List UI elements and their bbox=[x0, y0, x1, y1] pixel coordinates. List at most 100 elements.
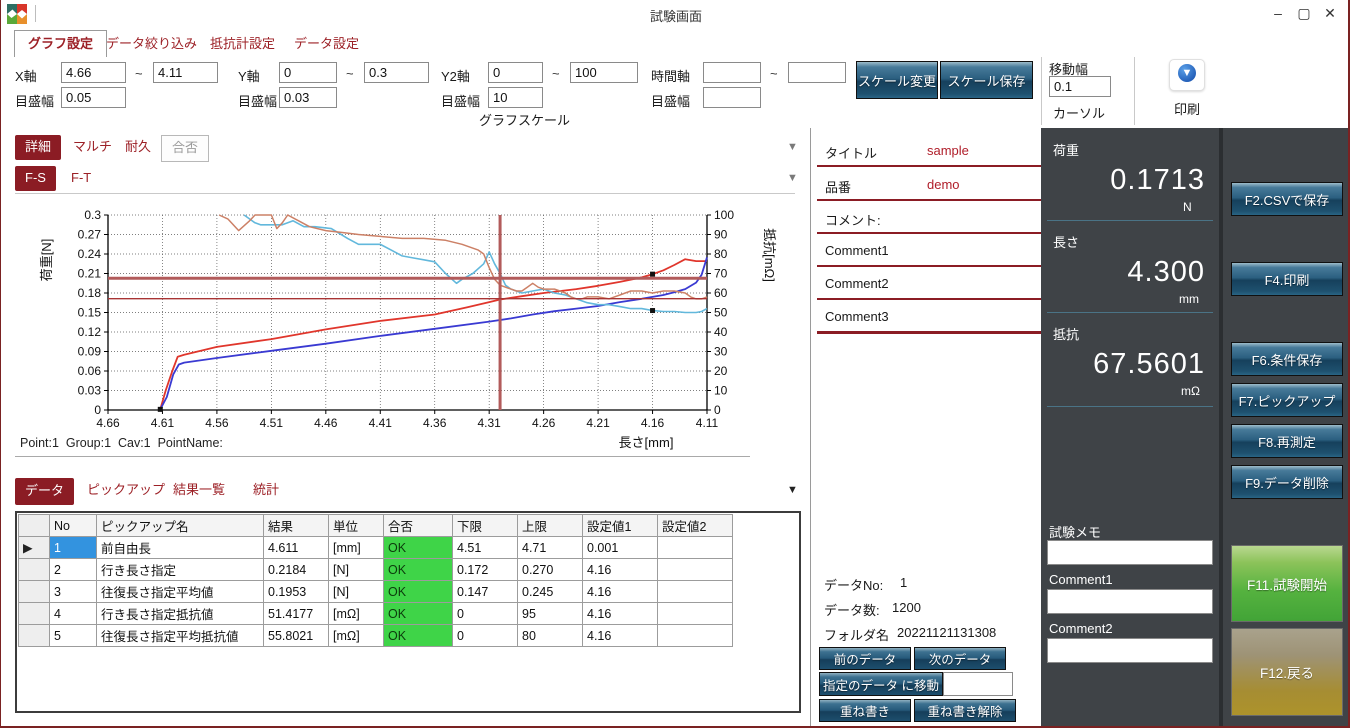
f2-save-csv-button[interactable]: F2.CSVで保存 bbox=[1231, 182, 1343, 216]
svg-text:0.03: 0.03 bbox=[78, 384, 102, 398]
y2-to-input[interactable] bbox=[570, 62, 638, 83]
time-axis-label: 時間軸 bbox=[651, 66, 690, 85]
table-row[interactable]: ▶ 1 前自由長 4.611 [mm] OK 4.51 4.71 0.001 bbox=[19, 537, 733, 559]
tab-pass-fail[interactable]: 合否 bbox=[161, 135, 209, 162]
col-unit[interactable]: 単位 bbox=[329, 515, 384, 537]
part-number-value[interactable]: demo bbox=[927, 177, 960, 192]
y-to-input[interactable] bbox=[364, 62, 429, 83]
tab-result-list[interactable]: 結果一覧 bbox=[163, 478, 235, 503]
svg-text:0.3: 0.3 bbox=[84, 208, 101, 222]
table-row[interactable]: 4 行き長さ指定抵抗値 51.4177 [mΩ] OK 0 95 4.16 bbox=[19, 603, 733, 625]
table-row[interactable]: 5 往復長さ指定平均抵抗値 55.8021 [mΩ] OK 0 80 4.16 bbox=[19, 625, 733, 647]
x-step-input[interactable] bbox=[61, 87, 126, 108]
y2-step-input[interactable] bbox=[488, 87, 543, 108]
col-upper[interactable]: 上限 bbox=[518, 515, 583, 537]
tab-endurance[interactable]: 耐久 bbox=[115, 135, 161, 160]
load-unit: N bbox=[1183, 200, 1192, 214]
pickup-table-container: No ピックアップ名 結果 単位 合否 下限 上限 設定値1 設定値2 ▶ 1 … bbox=[15, 511, 801, 713]
close-button[interactable]: ✕ bbox=[1317, 5, 1343, 22]
tab-data[interactable]: データ bbox=[15, 478, 74, 505]
svg-text:4.31: 4.31 bbox=[478, 416, 502, 430]
x-step-label: 目盛幅 bbox=[15, 91, 54, 110]
col-no[interactable]: No bbox=[50, 515, 97, 537]
separator bbox=[1134, 57, 1135, 125]
f7-pickup-button[interactable]: F7.ピックアップ bbox=[1231, 383, 1343, 417]
tab-f-s[interactable]: F-S bbox=[15, 166, 56, 191]
comment3-row[interactable]: Comment3 bbox=[817, 302, 1043, 334]
tilde-text: ~ bbox=[135, 66, 143, 81]
x-to-input[interactable] bbox=[153, 62, 218, 83]
memo-comment2-label: Comment2 bbox=[1049, 621, 1113, 636]
f9-delete-data-button[interactable]: F9.データ削除 bbox=[1231, 465, 1343, 499]
goto-data-button[interactable]: 指定のデータ に移動 bbox=[819, 672, 943, 696]
next-data-button[interactable]: 次のデータ bbox=[914, 647, 1006, 670]
overlay-button[interactable]: 重ね書き bbox=[819, 699, 911, 722]
tab-multi[interactable]: マルチ bbox=[63, 135, 122, 160]
svg-text:60: 60 bbox=[714, 286, 728, 300]
f11-start-test-button[interactable]: F11.試験開始 bbox=[1231, 545, 1343, 622]
cursor-caption: カーソル bbox=[1053, 103, 1105, 122]
chart-area[interactable]: 4.664.614.564.514.464.414.364.314.264.21… bbox=[1, 200, 811, 452]
tab-data-settings[interactable]: データ設定 bbox=[281, 31, 372, 57]
test-memo-input[interactable] bbox=[1047, 540, 1213, 565]
memo-comment1-input[interactable] bbox=[1047, 589, 1213, 614]
f4-print-button[interactable]: F4.印刷 bbox=[1231, 262, 1343, 296]
memo-comment2-input[interactable] bbox=[1047, 638, 1213, 663]
data-count-value: 1200 bbox=[892, 600, 921, 615]
svg-text:0.06: 0.06 bbox=[78, 364, 102, 378]
data-tab-row: データ ピックアップ 結果一覧 統計 ▼ bbox=[15, 478, 795, 505]
title-value[interactable]: sample bbox=[927, 143, 969, 158]
info-panel: タイトル sample 品番 demo コメント: Comment1 Comme… bbox=[812, 128, 1041, 726]
chevron-down-icon[interactable]: ▼ bbox=[787, 141, 798, 153]
svg-text:4.46: 4.46 bbox=[314, 416, 338, 430]
svg-text:4.21: 4.21 bbox=[586, 416, 610, 430]
scale-change-button[interactable]: スケール変更 bbox=[856, 61, 938, 99]
y-from-input[interactable] bbox=[279, 62, 337, 83]
tab-f-t[interactable]: F-T bbox=[61, 166, 101, 191]
scale-save-button[interactable]: スケール保存 bbox=[940, 61, 1033, 99]
chevron-down-icon[interactable]: ▼ bbox=[787, 172, 798, 184]
tab-detail[interactable]: 詳細 bbox=[15, 135, 61, 160]
overlay-off-button[interactable]: 重ね書き解除 bbox=[914, 699, 1016, 722]
col-pass-fail[interactable]: 合否 bbox=[384, 515, 453, 537]
chevron-down-icon[interactable]: ▼ bbox=[787, 484, 798, 496]
comment3-label: Comment3 bbox=[825, 309, 889, 324]
col-lower[interactable]: 下限 bbox=[453, 515, 518, 537]
maximize-button[interactable]: ▢ bbox=[1291, 5, 1317, 22]
tab-data-filter[interactable]: データ絞り込み bbox=[93, 31, 210, 57]
svg-text:0.21: 0.21 bbox=[78, 267, 102, 281]
tilde-text: ~ bbox=[552, 66, 560, 81]
tab-ohmmeter-settings[interactable]: 抵抗計設定 bbox=[197, 31, 288, 57]
time-step-label: 目盛幅 bbox=[651, 91, 690, 110]
goto-data-input[interactable] bbox=[943, 672, 1013, 696]
minimize-button[interactable]: – bbox=[1265, 5, 1291, 22]
load-value: 0.1713 bbox=[1110, 164, 1205, 197]
prev-data-button[interactable]: 前のデータ bbox=[819, 647, 911, 670]
col-pickup-name[interactable]: ピックアップ名 bbox=[97, 515, 264, 537]
f8-remeasure-button[interactable]: F8.再測定 bbox=[1231, 424, 1343, 458]
tab-pickup[interactable]: ピックアップ bbox=[77, 478, 175, 503]
f12-back-button[interactable]: F12.戻る bbox=[1231, 628, 1343, 716]
svg-text:抵抗[mΩ]: 抵抗[mΩ] bbox=[762, 228, 777, 282]
col-setting2[interactable]: 設定値2 bbox=[658, 515, 733, 537]
data-no-label: データNo: bbox=[824, 575, 883, 594]
table-row[interactable]: 3 往復長さ指定平均値 0.1953 [N] OK 0.147 0.245 4.… bbox=[19, 581, 733, 603]
comment1-row[interactable]: Comment1 bbox=[817, 236, 1043, 267]
comment2-row[interactable]: Comment2 bbox=[817, 269, 1043, 300]
window-controls: – ▢ ✕ bbox=[1265, 5, 1343, 22]
print-button[interactable]: ▼ 印刷 bbox=[1159, 59, 1215, 117]
time-step-input[interactable] bbox=[703, 87, 761, 108]
time-from-input[interactable] bbox=[703, 62, 761, 83]
col-result[interactable]: 結果 bbox=[264, 515, 329, 537]
col-setting1[interactable]: 設定値1 bbox=[583, 515, 658, 537]
x-from-input[interactable] bbox=[61, 62, 126, 83]
y2-from-input[interactable] bbox=[488, 62, 543, 83]
tab-statistics[interactable]: 統計 bbox=[243, 478, 289, 503]
f6-save-condition-button[interactable]: F6.条件保存 bbox=[1231, 342, 1343, 376]
y-step-input[interactable] bbox=[279, 87, 337, 108]
table-row[interactable]: 2 行き長さ指定 0.2184 [N] OK 0.172 0.270 4.16 bbox=[19, 559, 733, 581]
time-to-input[interactable] bbox=[788, 62, 846, 83]
y-axis-label: Y軸 bbox=[238, 66, 260, 85]
move-width-input[interactable] bbox=[1049, 76, 1111, 97]
row-selector-icon[interactable]: ▶ bbox=[19, 537, 50, 559]
